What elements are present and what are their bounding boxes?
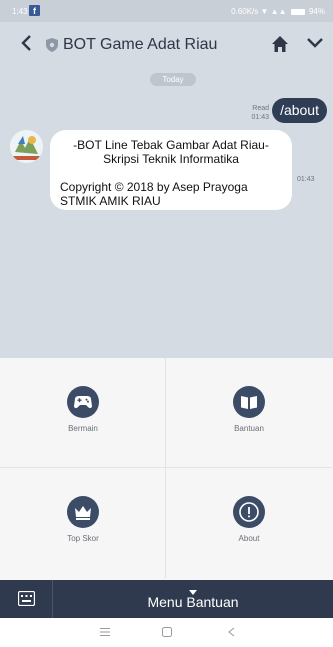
menu-toggle-bar[interactable]: Menu Bantuan <box>0 580 333 618</box>
menu-item-label: Bermain <box>68 424 98 433</box>
facebook-notification-icon: f <box>29 5 40 16</box>
menu-item-about[interactable]: About <box>166 468 332 578</box>
incoming-message[interactable]: -BOT Line Tebak Gambar Adat Riau- Skrips… <box>50 130 292 210</box>
read-receipt: Read 01:43 <box>251 104 269 122</box>
crown-icon <box>67 496 99 528</box>
shield-icon <box>46 38 58 57</box>
read-label: Read <box>252 105 269 112</box>
system-nav-bar <box>0 618 333 647</box>
message-line: STMIK AMIK RIAU <box>60 194 161 208</box>
rich-menu: Bermain Bantuan Top Skor About <box>0 358 333 580</box>
chat-header: BOT Game Adat Riau <box>0 22 333 68</box>
message-line: -BOT Line Tebak Gambar Adat Riau- <box>73 138 269 152</box>
battery-icon <box>290 8 305 15</box>
chat-area[interactable]: Today Read 01:43 /about -BOT Line Tebak … <box>0 68 333 358</box>
menu-toggle-label: Menu Bantuan <box>147 594 239 610</box>
bot-avatar[interactable] <box>10 130 43 163</box>
keyboard-icon <box>18 591 35 606</box>
date-separator: Today <box>150 73 196 86</box>
wifi-icon: ▼ <box>260 7 269 16</box>
chevron-down-icon[interactable] <box>306 36 324 55</box>
chat-title: BOT Game Adat Riau <box>63 36 218 53</box>
home-icon[interactable] <box>271 35 289 58</box>
gamepad-icon <box>67 386 99 418</box>
incoming-time: 01:43 <box>297 176 315 183</box>
signal-icon: ▲▲ <box>270 7 287 16</box>
menu-item-bantuan[interactable]: Bantuan <box>166 358 332 468</box>
outgoing-message[interactable]: /about <box>272 98 327 123</box>
menu-lines-icon[interactable] <box>99 625 111 643</box>
home-square-icon[interactable] <box>161 625 173 643</box>
keyboard-button[interactable] <box>0 580 53 618</box>
back-triangle-icon[interactable] <box>226 625 238 643</box>
status-time: 1:43 <box>12 7 28 16</box>
menu-item-label: Top Skor <box>67 534 99 543</box>
menu-item-bermain[interactable]: Bermain <box>0 358 166 468</box>
status-right: 0.60K/s ▼ ▲▲ 94% <box>231 7 325 16</box>
message-line: Copyright © 2018 by Asep Prayoga <box>60 180 248 194</box>
menu-item-label: About <box>238 534 260 543</box>
back-icon[interactable] <box>20 34 32 57</box>
outgoing-time: 01:43 <box>251 114 269 121</box>
status-bar: 1:43 f 0.60K/s ▼ ▲▲ 94% <box>0 0 333 22</box>
message-line: Skripsi Teknik Informatika <box>103 152 239 166</box>
net-speed: 0.60K/s <box>231 7 259 16</box>
book-icon <box>233 386 265 418</box>
info-icon <box>233 496 265 528</box>
menu-item-label: Bantuan <box>234 424 264 433</box>
battery-level: 94% <box>308 7 325 16</box>
menu-item-top-skor[interactable]: Top Skor <box>0 468 166 578</box>
